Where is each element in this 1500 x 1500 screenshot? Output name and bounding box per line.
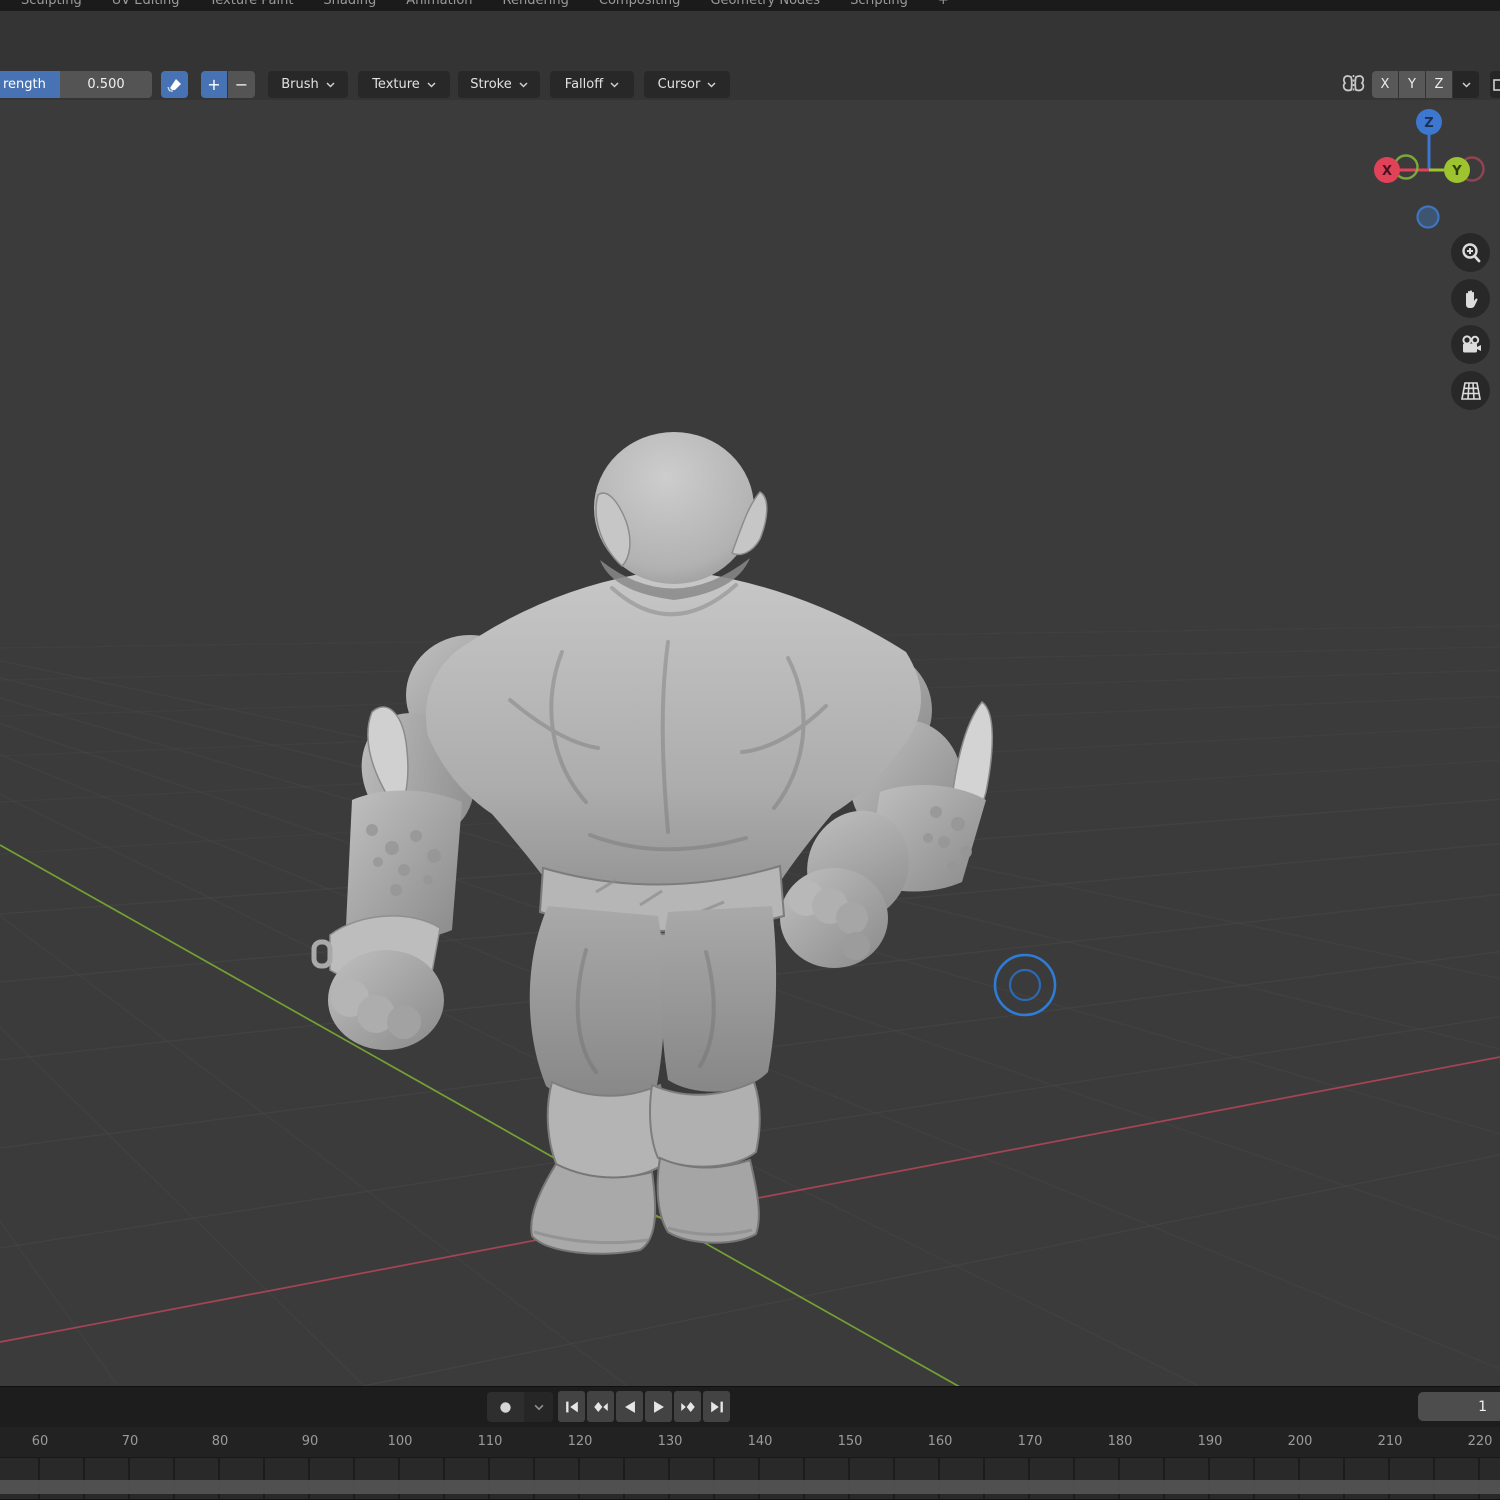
- ruler-frame-label: 190: [1198, 1434, 1223, 1449]
- workspace-tab-bar: SculptingUV EditingTexture PaintShadingA…: [0, 0, 1500, 11]
- ruler-frame-label: 170: [1018, 1434, 1043, 1449]
- play-reverse-button[interactable]: [616, 1391, 643, 1422]
- camera-view-button[interactable]: [1451, 325, 1490, 364]
- tool-settings-header: rength 0.500 + − Brush Texture Stroke Fa…: [0, 11, 1500, 100]
- previous-keyframe-button[interactable]: [587, 1391, 614, 1422]
- workspace-tab-uv-editing[interactable]: UV Editing: [97, 0, 195, 11]
- strength-slider-fill: rength: [0, 71, 60, 98]
- zoom-button[interactable]: [1451, 233, 1490, 272]
- clipped-icon: [1493, 79, 1500, 91]
- stroke-dropdown-label: Stroke: [470, 77, 511, 92]
- workspace-tab--[interactable]: +: [923, 0, 964, 11]
- pen-pressure-icon: [167, 77, 183, 93]
- strength-slider-value: 0.500: [60, 71, 152, 98]
- workspace-tab-shading[interactable]: Shading: [308, 0, 391, 11]
- brush-dropdown-label: Brush: [281, 77, 319, 92]
- mirror-x-button[interactable]: X: [1372, 71, 1398, 98]
- gizmo-x-label: X: [1382, 164, 1392, 179]
- mirror-z-button[interactable]: Z: [1426, 71, 1452, 98]
- falloff-dropdown[interactable]: Falloff: [550, 71, 634, 98]
- workspace-tab-scripting[interactable]: Scripting: [835, 0, 923, 11]
- ruler-frame-label: 120: [568, 1434, 593, 1449]
- auto-key-group: [487, 1392, 553, 1422]
- ruler-frame-label: 110: [478, 1434, 503, 1449]
- strength-slider[interactable]: rength 0.500: [0, 71, 152, 98]
- symmetry-butterfly-icon: [1340, 71, 1367, 98]
- jump-start-icon: [563, 1398, 581, 1416]
- remove-button[interactable]: −: [228, 71, 255, 98]
- next-keyframe-icon: [679, 1398, 697, 1416]
- cursor-dropdown-label: Cursor: [658, 77, 701, 92]
- jump-to-end-button[interactable]: [703, 1391, 730, 1422]
- chevron-down-icon: [427, 82, 436, 88]
- add-button[interactable]: +: [201, 71, 227, 98]
- hand-icon: [1460, 288, 1482, 310]
- mirror-y-button[interactable]: Y: [1399, 71, 1425, 98]
- ruler-frame-label: 60: [32, 1434, 49, 1449]
- chevron-down-icon: [707, 82, 716, 88]
- next-keyframe-button[interactable]: [674, 1391, 701, 1422]
- ruler-frame-label: 140: [748, 1434, 773, 1449]
- pan-button[interactable]: [1451, 279, 1490, 318]
- clipped-edge-button[interactable]: [1490, 71, 1500, 98]
- blender-window: SculptingUV EditingTexture PaintShadingA…: [0, 0, 1500, 1500]
- gizmo-z-label: Z: [1424, 116, 1433, 131]
- timeline-ruler[interactable]: 60 70 80 90 100 110 120 130 140 150 160 170 180 190 20…: [0, 1427, 1500, 1457]
- gizmo-axis-neg-z[interactable]: [1418, 207, 1439, 228]
- mirror-options-dropdown[interactable]: [1453, 71, 1479, 98]
- stroke-dropdown[interactable]: Stroke: [458, 71, 540, 98]
- jump-end-icon: [708, 1398, 726, 1416]
- ruler-frame-label: 90: [302, 1434, 319, 1449]
- zoom-in-icon: [1460, 242, 1482, 264]
- perspective-grid-icon: [1459, 380, 1483, 402]
- cursor-dropdown[interactable]: Cursor: [644, 71, 730, 98]
- pen-pressure-button[interactable]: [161, 71, 188, 98]
- ruler-frame-label: 160: [928, 1434, 953, 1449]
- gizmo-y-label: Y: [1451, 164, 1462, 179]
- navigation-gizmo[interactable]: Z X Y: [1372, 98, 1488, 238]
- texture-dropdown[interactable]: Texture: [358, 71, 450, 98]
- ruler-frame-label: 210: [1378, 1434, 1403, 1449]
- ruler-frame-label: 100: [388, 1434, 413, 1449]
- chevron-down-icon: [1462, 82, 1471, 88]
- camera-icon: [1459, 334, 1483, 356]
- workspace-tab-rendering[interactable]: Rendering: [488, 0, 584, 11]
- workspace-tab-geometry-nodes[interactable]: Geometry Nodes: [695, 0, 835, 11]
- current-frame-field[interactable]: 1: [1418, 1392, 1500, 1421]
- transport-controls: [558, 1391, 730, 1422]
- ruler-frame-label: 80: [212, 1434, 229, 1449]
- play-icon: [650, 1398, 668, 1416]
- ruler-frame-label: 150: [838, 1434, 863, 1449]
- auto-key-record-button[interactable]: [487, 1392, 524, 1422]
- ruler-frame-label: 70: [122, 1434, 139, 1449]
- viewport-3d[interactable]: [0, 0, 1500, 1500]
- texture-dropdown-label: Texture: [372, 77, 420, 92]
- workspace-tab-texture-paint[interactable]: Texture Paint: [195, 0, 309, 11]
- chevron-down-icon: [519, 82, 528, 88]
- play-reverse-icon: [621, 1398, 639, 1416]
- ruler-frame-label: 200: [1288, 1434, 1313, 1449]
- chevron-down-icon: [326, 82, 335, 88]
- workspace-tab-compositing[interactable]: Compositing: [584, 0, 696, 11]
- orthographic-toggle-button[interactable]: [1451, 371, 1490, 410]
- ruler-frame-label: 130: [658, 1434, 683, 1449]
- workspace-tab-sculpting[interactable]: Sculpting: [6, 0, 97, 11]
- timeline-scrollbar[interactable]: [0, 1480, 1500, 1494]
- ruler-frame-label: 220: [1468, 1434, 1493, 1449]
- chevron-down-icon: [610, 82, 619, 88]
- timeline-tick-area: [0, 1457, 1500, 1500]
- auto-key-options-dropdown[interactable]: [524, 1392, 553, 1422]
- chevron-down-icon: [534, 1404, 544, 1411]
- prev-keyframe-icon: [592, 1398, 610, 1416]
- timeline-playbar: 1: [0, 1386, 1500, 1428]
- ruler-frame-label: 180: [1108, 1434, 1133, 1449]
- workspace-tab-animation[interactable]: Animation: [391, 0, 487, 11]
- falloff-dropdown-label: Falloff: [565, 77, 603, 92]
- brush-dropdown[interactable]: Brush: [268, 71, 348, 98]
- record-dot-icon: [499, 1401, 512, 1414]
- play-button[interactable]: [645, 1391, 672, 1422]
- jump-to-start-button[interactable]: [558, 1391, 585, 1422]
